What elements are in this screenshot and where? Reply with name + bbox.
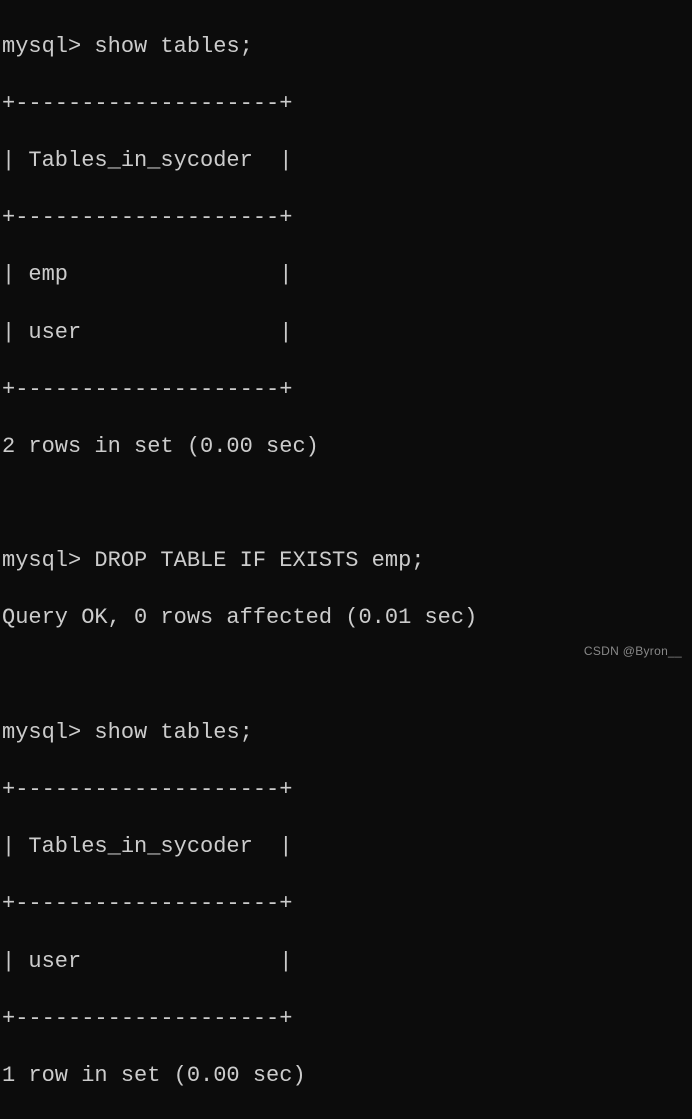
watermark: CSDN @Byron__ xyxy=(584,644,682,660)
table-header: | Tables_in_sycoder | xyxy=(2,147,690,176)
table-border: +--------------------+ xyxy=(2,890,690,919)
command-line[interactable]: mysql> show tables; xyxy=(2,33,690,62)
prompt: mysql> xyxy=(2,720,81,745)
prompt: mysql> xyxy=(2,34,81,59)
blank-line xyxy=(2,490,690,519)
result-summary: Query OK, 0 rows affected (0.01 sec) xyxy=(2,604,690,633)
table-border: +--------------------+ xyxy=(2,376,690,405)
terminal-output: mysql> show tables; +-------------------… xyxy=(2,4,690,1119)
command-text: show tables; xyxy=(94,720,252,745)
result-summary: 1 row in set (0.00 sec) xyxy=(2,1062,690,1091)
command-text: show tables; xyxy=(94,34,252,59)
table-border: +--------------------+ xyxy=(2,90,690,119)
table-header: | Tables_in_sycoder | xyxy=(2,833,690,862)
table-row: | user | xyxy=(2,319,690,348)
prompt: mysql> xyxy=(2,548,81,573)
table-row: | user | xyxy=(2,948,690,977)
command-line[interactable]: mysql> show tables; xyxy=(2,719,690,748)
result-summary: 2 rows in set (0.00 sec) xyxy=(2,433,690,462)
table-border: +--------------------+ xyxy=(2,776,690,805)
command-line[interactable]: mysql> DROP TABLE IF EXISTS emp; xyxy=(2,547,690,576)
command-text: DROP TABLE IF EXISTS emp; xyxy=(94,548,424,573)
table-border: +--------------------+ xyxy=(2,1005,690,1034)
table-border: +--------------------+ xyxy=(2,204,690,233)
table-row: | emp | xyxy=(2,261,690,290)
